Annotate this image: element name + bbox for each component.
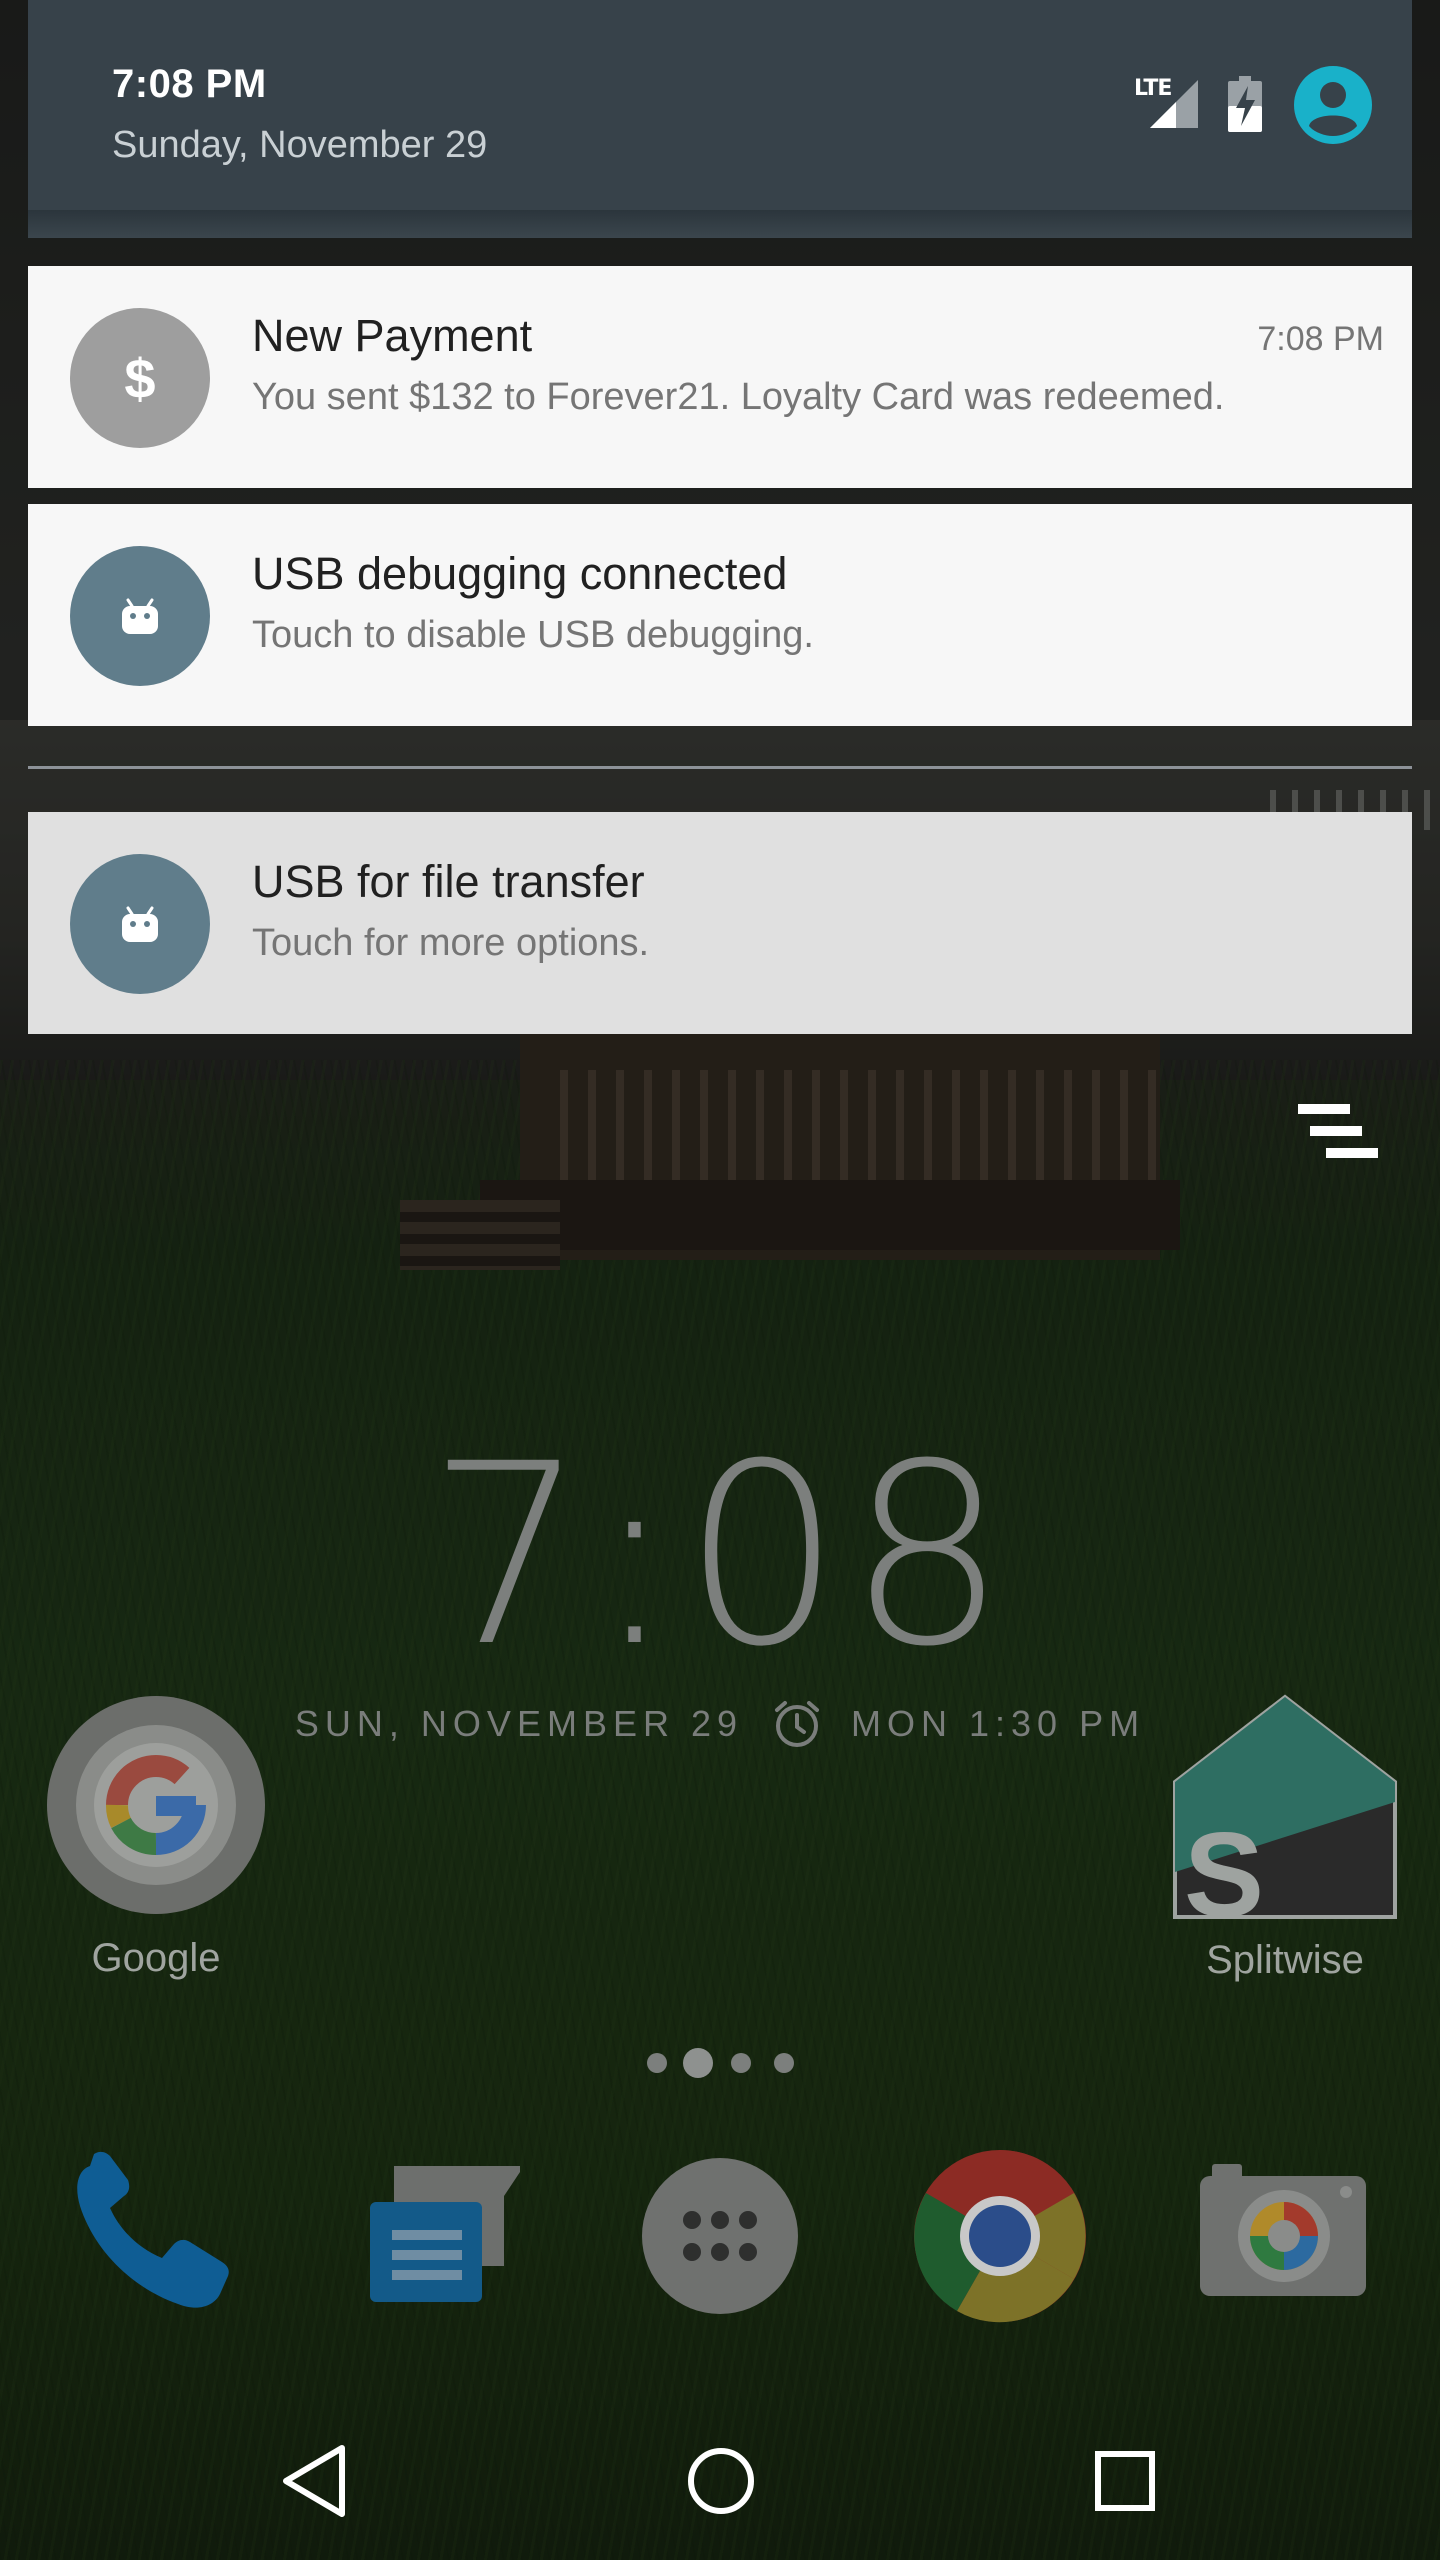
notification-usb-file-transfer[interactable]: USB for file transfer Touch for more opt… <box>28 812 1412 1034</box>
home-clock-date: SUN, NOVEMBER 29 <box>294 1703 744 1744</box>
header-time: 7:08 PM <box>112 62 267 106</box>
app-drawer-icon[interactable] <box>630 2146 810 2326</box>
android-glyph <box>122 906 158 942</box>
user-avatar-glyph <box>1309 82 1357 136</box>
home-clock-time: 7:08 <box>427 1410 1013 1701</box>
app-label-google: Google <box>91 1936 221 1980</box>
clear-all-icon[interactable] <box>1296 1100 1382 1164</box>
android-icon <box>70 854 210 994</box>
app-label-splitwise: Splitwise <box>1206 1938 1364 1982</box>
notification-time: 7:08 PM <box>1257 320 1384 358</box>
chrome-icon[interactable] <box>910 2146 1090 2326</box>
header-date[interactable]: Sunday, November 29 <box>112 124 487 167</box>
google-icon <box>47 1696 265 1914</box>
user-avatar-icon[interactable] <box>1294 66 1372 144</box>
android-icon <box>70 546 210 686</box>
alarm-icon <box>775 1701 820 1747</box>
notification-title: New Payment <box>252 310 533 361</box>
notification-text: You sent $132 to Forever21. Loyalty Card… <box>252 376 1225 418</box>
notification-divider <box>28 766 1412 769</box>
messages-icon[interactable] <box>340 2146 520 2326</box>
network-type-label: LTE <box>1134 76 1172 101</box>
camera-icon[interactable] <box>1190 2146 1370 2326</box>
notification-usb-debugging[interactable]: USB debugging connected Touch to disable… <box>28 504 1412 726</box>
dollar-symbol: $ <box>124 346 156 410</box>
notification-title: USB for file transfer <box>252 856 645 907</box>
header-shadow <box>28 210 1412 238</box>
notification-text: Touch to disable USB debugging. <box>252 614 814 656</box>
home-clock-alarm: MON 1:30 PM <box>851 1703 1146 1744</box>
home-icon[interactable] <box>676 2436 766 2526</box>
splitwise-icon: S <box>1173 1694 1397 1942</box>
battery-charging-icon <box>1228 76 1262 132</box>
recents-icon[interactable] <box>1080 2436 1170 2526</box>
quick-settings-header[interactable]: 7:08 PM Sunday, November 29 LTE <box>28 0 1412 210</box>
notification-text: Touch for more options. <box>252 922 650 964</box>
android-glyph <box>122 598 158 634</box>
notification-title: USB debugging connected <box>252 548 788 599</box>
phone-icon[interactable] <box>60 2146 240 2326</box>
dollar-icon: $ <box>70 308 210 448</box>
app-splitwise[interactable]: S Splitwise <box>1160 1692 1410 1983</box>
notification-new-payment[interactable]: $ New Payment You sent $132 to Forever21… <box>28 266 1412 488</box>
page-indicator <box>647 2048 794 2078</box>
google-g-logo <box>76 1725 236 1885</box>
svg-text:S: S <box>1184 1808 1264 1922</box>
back-icon[interactable] <box>270 2436 360 2526</box>
app-google[interactable]: Google <box>46 1696 266 1981</box>
